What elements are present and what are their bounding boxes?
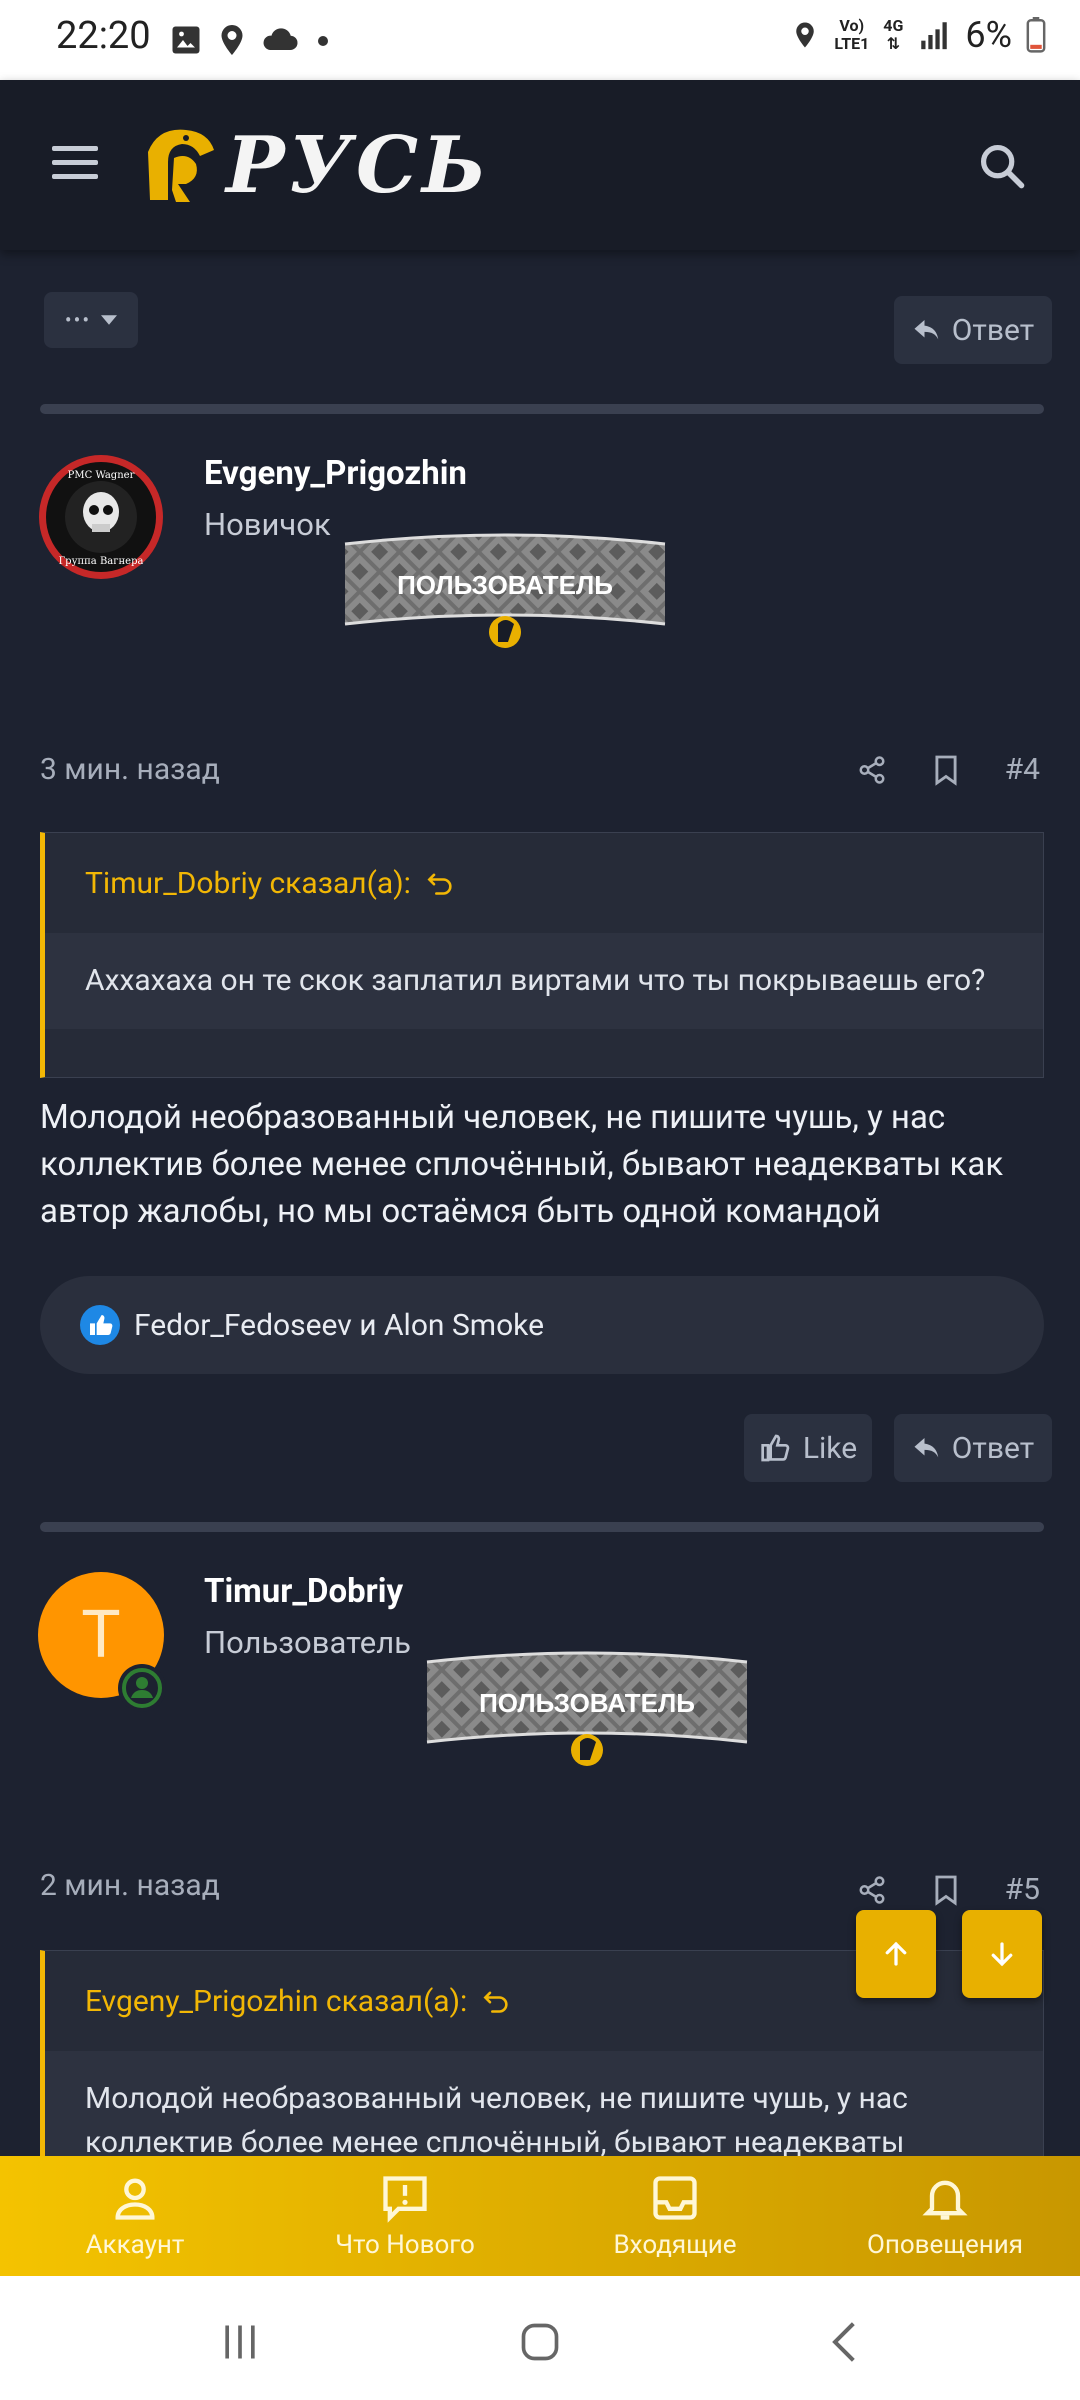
nav-inbox[interactable]: Входящие [540, 2156, 810, 2276]
bookmark-icon[interactable] [933, 1874, 959, 1906]
cloud-icon [263, 28, 298, 51]
search-icon[interactable] [976, 140, 1028, 192]
quote-author[interactable]: Evgeny_Prigozhin сказал(а): [85, 1984, 467, 2019]
post-message: Молодой необразованный человек, не пишит… [40, 1098, 1004, 1231]
post-separator [40, 1522, 1044, 1532]
reply-button[interactable]: Ответ [894, 1414, 1052, 1482]
scroll-up-button[interactable] [856, 1910, 936, 1998]
quote-text: Молодой необразованный человек, не пишит… [45, 2051, 1043, 2171]
thumbs-up-icon [761, 1434, 790, 1462]
nav-whats-new[interactable]: Что Нового [270, 2156, 540, 2276]
inbox-icon [653, 2176, 697, 2220]
avatar[interactable]: PMC Wagner Группа Вагнера [38, 454, 164, 580]
post-separator [40, 404, 1044, 414]
more-options-button[interactable]: ••• [44, 292, 138, 348]
like-button[interactable]: Like [744, 1414, 872, 1482]
share-icon[interactable] [857, 754, 887, 786]
back-icon[interactable] [824, 2320, 868, 2364]
home-icon[interactable] [518, 2320, 562, 2364]
online-status-icon [118, 1664, 166, 1712]
network-type: 4G ⇅ [883, 16, 904, 53]
go-to-quote-icon[interactable] [483, 1988, 511, 2014]
status-bar: 22:20 Vo) LTE1 4G ⇅ 6% [0, 0, 1080, 80]
battery-percent: 6% [965, 14, 1012, 56]
svg-text:PMC Wagner: PMC Wagner [68, 470, 135, 481]
status-indicators: Vo) LTE1 4G ⇅ 6% [790, 14, 1046, 56]
user-role: Пользователь [204, 1624, 411, 1661]
reply-button-top[interactable]: Ответ [894, 296, 1052, 364]
battery-icon [1026, 17, 1046, 53]
post-time[interactable]: 2 мин. назад [40, 1868, 220, 1903]
post-actions: #5 [857, 1872, 1040, 1907]
user-icon [115, 2178, 155, 2220]
caret-down-icon [101, 315, 118, 325]
location-icon [221, 25, 243, 55]
reactions-bar[interactable]: Fedor_Fedoseev и Alon Smoke [40, 1276, 1044, 1374]
notification-dot [318, 36, 328, 46]
quote-text: Аххахаха он те скок заплатил виртами что… [45, 933, 1043, 1029]
svg-text:ПОЛЬЗОВАТЕЛЬ: ПОЛЬЗОВАТЕЛЬ [479, 1688, 695, 1718]
bookmark-icon[interactable] [933, 754, 959, 786]
go-to-quote-icon[interactable] [427, 870, 455, 896]
nav-alerts[interactable]: Оповещения [810, 2156, 1080, 2276]
clock: 22:20 [56, 14, 151, 58]
post-time[interactable]: 3 мин. назад [40, 752, 220, 787]
news-icon [383, 2176, 427, 2223]
nav-account[interactable]: Аккаунт [0, 2156, 270, 2276]
location-icon [796, 22, 815, 48]
app-header: РУСЬ [0, 80, 1080, 250]
bottom-navigation: Аккаунт Что Нового Входящие Оповещения [0, 2156, 1080, 2276]
site-logo[interactable]: РУСЬ [138, 119, 491, 211]
user-banner: ПОЛЬЗОВАТЕЛЬ [426, 1651, 748, 1766]
username[interactable]: Timur_Dobriy [204, 1572, 403, 1611]
bell-icon [922, 2180, 968, 2220]
reactions-users: Fedor_Fedoseev и Alon Smoke [134, 1307, 544, 1343]
arrow-up-icon [885, 1941, 907, 1966]
svg-text:Группа Вагнера: Группа Вагнера [59, 556, 144, 567]
arrow-down-icon [991, 1942, 1013, 1967]
quote-author[interactable]: Timur_Dobriy сказал(а): [85, 866, 411, 901]
user-role: Новичок [204, 506, 331, 543]
signal-icon [921, 22, 948, 50]
quote-block: Timur_Dobriy сказал(а): Аххахаха он те с… [40, 832, 1044, 1078]
reply-icon [914, 320, 939, 340]
scroll-down-button[interactable] [962, 1910, 1042, 1998]
horse-logo-icon [148, 129, 214, 202]
menu-icon[interactable] [52, 146, 98, 180]
post-number[interactable]: #4 [1005, 752, 1040, 787]
post-number[interactable]: #5 [1005, 1872, 1040, 1907]
reply-icon [914, 1438, 939, 1458]
share-icon[interactable] [857, 1874, 887, 1906]
svg-text:ПОЛЬЗОВАТЕЛЬ: ПОЛЬЗОВАТЕЛЬ [397, 570, 613, 600]
recent-apps-icon[interactable] [218, 2320, 262, 2364]
system-navigation-bar [0, 2276, 1080, 2400]
user-banner: ПОЛЬЗОВАТЕЛЬ [344, 533, 666, 648]
volte-indicator: Vo) LTE1 [834, 16, 870, 53]
logo-text: РУСЬ [226, 119, 491, 211]
post-actions: #4 [857, 752, 1040, 787]
quote-header[interactable]: Timur_Dobriy сказал(а): [45, 833, 1043, 933]
username[interactable]: Evgeny_Prigozhin [204, 454, 467, 493]
like-reaction-icon [80, 1305, 120, 1345]
gallery-icon [172, 26, 200, 54]
